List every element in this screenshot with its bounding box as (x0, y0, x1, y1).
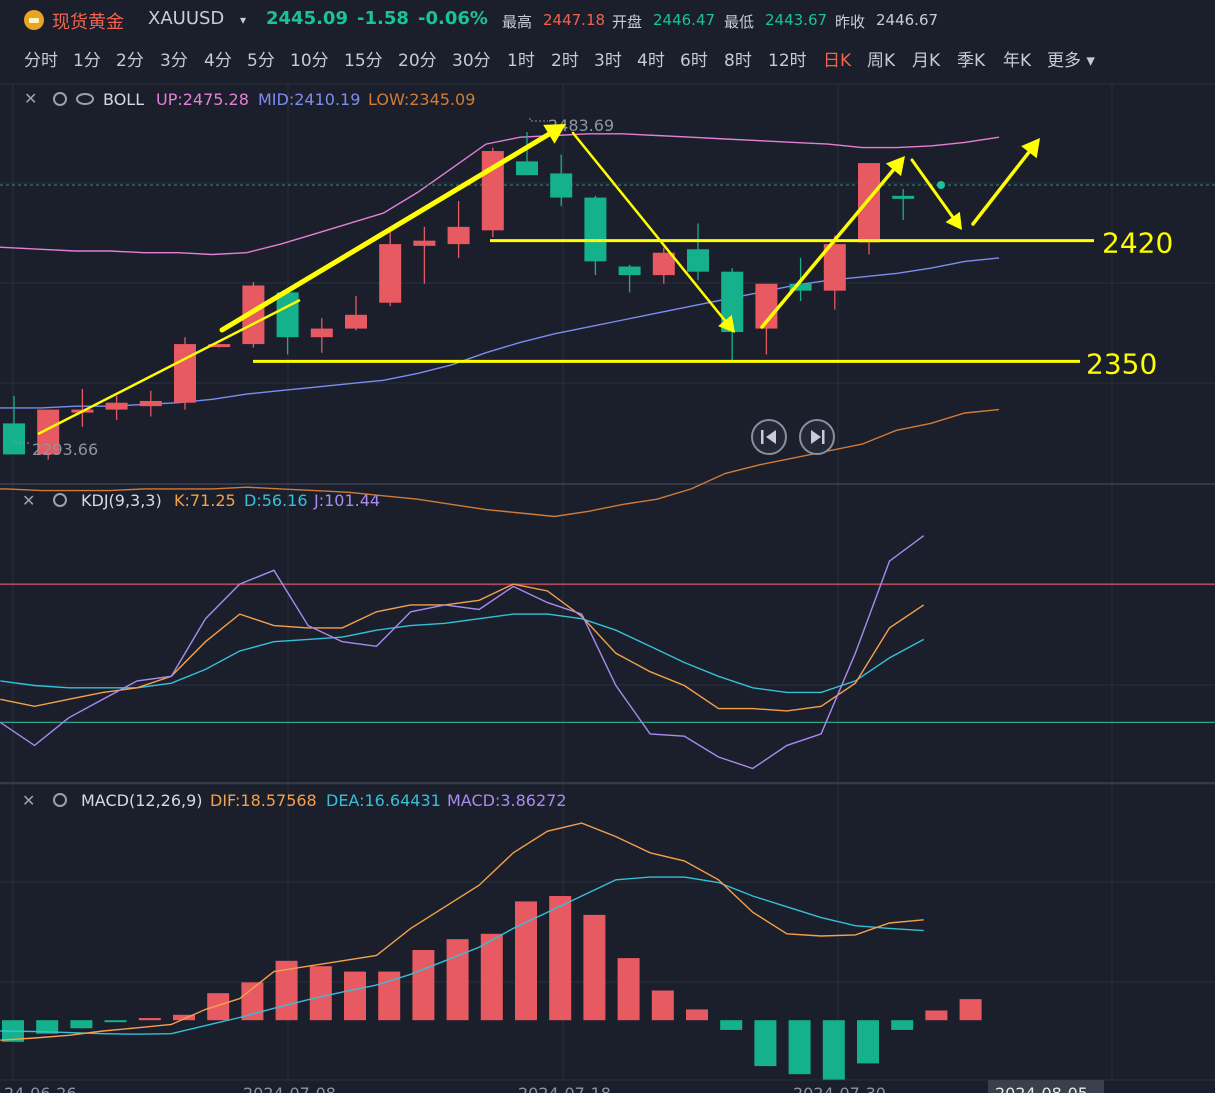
candle-body (379, 244, 402, 303)
macd-bar-23 (788, 1020, 811, 1075)
macd-bar-14 (480, 933, 503, 1021)
candle-body (310, 328, 333, 338)
boll-mid-value: MID:2410.19 (258, 90, 360, 109)
macd-bar-18 (617, 958, 640, 1021)
macd-bar-21 (720, 1020, 743, 1030)
macd-bar-20 (686, 1009, 708, 1021)
boll-min-label: 2293.66 (32, 440, 98, 459)
macd-bar-19 (651, 990, 674, 1021)
macd-bar-22 (754, 1020, 777, 1067)
macd-bar-4 (138, 1018, 161, 1021)
x-tick-4: 2024-08-05 (995, 1084, 1088, 1093)
candle-5 (174, 337, 196, 410)
candle-body (618, 266, 641, 276)
macd-bar-9 (309, 966, 332, 1021)
kdj-name: KDJ(9,3,3) (81, 491, 162, 510)
boll-name: BOLL (103, 90, 144, 109)
candle-body (413, 240, 436, 246)
x-tick-1: 2024-07-08 (243, 1084, 336, 1093)
macd-bar-26 (891, 1020, 914, 1030)
macd-bar-12 (412, 950, 435, 1021)
macd-bar-10 (344, 971, 366, 1021)
candle-body (276, 292, 299, 338)
kdj-d-value: D:56.16 (244, 491, 308, 510)
candle-body (687, 249, 709, 272)
plot-bg (0, 84, 1215, 1093)
macd-bar-6 (207, 993, 230, 1021)
boll-low-value: LOW:2345.09 (368, 90, 475, 109)
candle-body (139, 400, 162, 407)
candle-body (550, 173, 573, 198)
macd-name: MACD(12,26,9) (81, 791, 203, 810)
macd-bar-27 (925, 1010, 948, 1021)
chart-area[interactable]: ✕ BOLL UP:2475.28 MID:2410.19 LOW:2345.0… (0, 0, 1215, 1093)
next-button[interactable] (799, 419, 835, 455)
candle-body (858, 163, 880, 243)
x-tick-2: 2024-07-18 (518, 1084, 611, 1093)
candle-body (584, 197, 607, 262)
macd-dea-value: DEA:16.64431 (326, 791, 441, 810)
macd-bar-2 (70, 1020, 93, 1029)
macd-bar-3 (104, 1020, 127, 1023)
macd-hist-value: MACD:3.86272 (447, 791, 567, 810)
prev-button[interactable] (751, 419, 787, 455)
candle-body (447, 226, 470, 245)
last-price-dot (937, 181, 945, 189)
macd-dif-value: DIF:18.57568 (210, 791, 317, 810)
macd-bar-28 (959, 999, 982, 1021)
close-boll-icon[interactable]: ✕ (24, 89, 37, 108)
x-tick-3: 2024-07-30 (793, 1084, 886, 1093)
candle-body (516, 161, 538, 176)
boll-up-value: UP:2475.28 (156, 90, 249, 109)
kdj-k-value: K:71.25 (174, 491, 236, 510)
macd-legend: ✕ MACD(12,26,9) DIF:18.57568 DEA:16.6443… (22, 791, 567, 810)
close-macd-icon[interactable]: ✕ (22, 791, 35, 810)
candle-body (3, 423, 25, 455)
macd-bar-13 (446, 939, 469, 1021)
x-tick-0: 24-06-26 (4, 1084, 77, 1093)
close-kdj-icon[interactable]: ✕ (22, 491, 35, 510)
candle-body (174, 344, 196, 403)
level-label-2350: 2350 (1086, 347, 1157, 380)
chart-grid (0, 83, 1215, 1093)
level-label-2420: 2420 (1102, 227, 1173, 260)
candle-body (105, 402, 128, 410)
candle-body (345, 314, 367, 329)
macd-bar-17 (583, 914, 606, 1021)
macd-bar-24 (822, 1020, 845, 1080)
macd-bar-16 (549, 896, 572, 1021)
macd-bar-25 (857, 1020, 879, 1064)
candle-body (892, 195, 915, 199)
